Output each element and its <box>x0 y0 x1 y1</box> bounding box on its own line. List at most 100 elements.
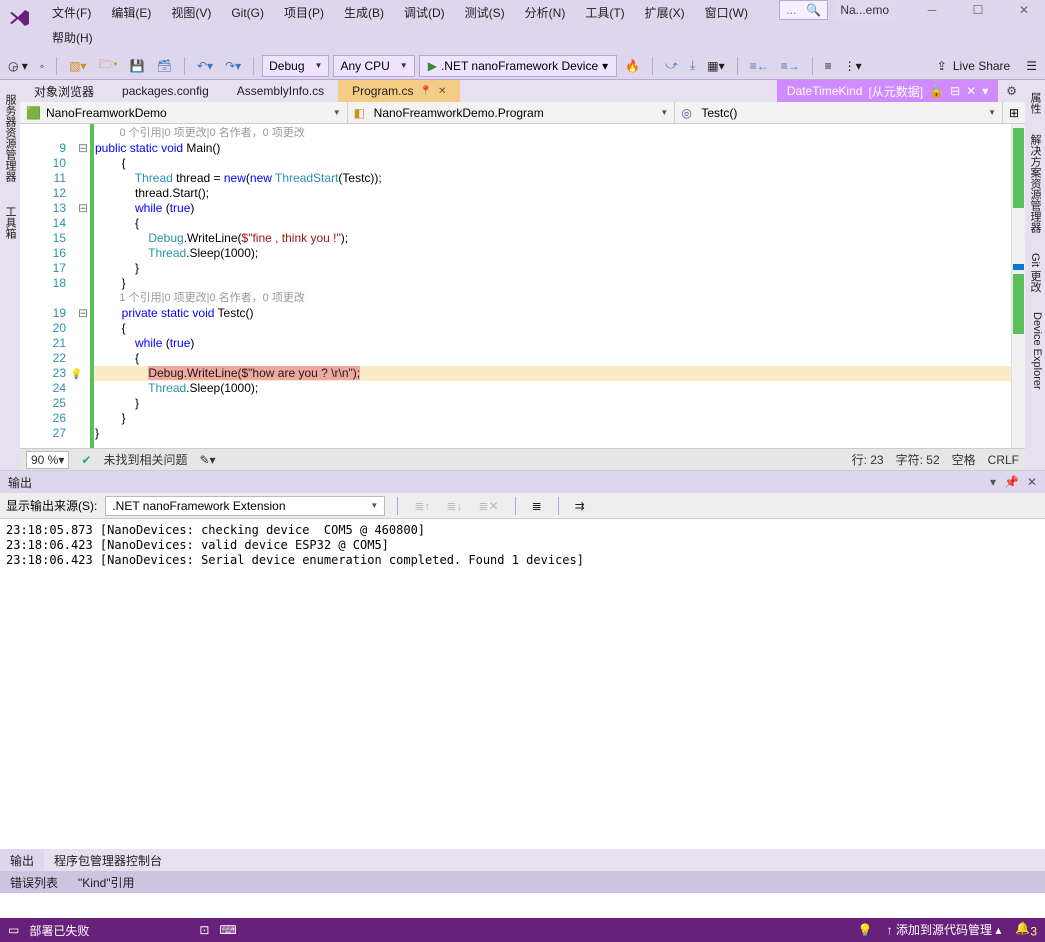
menu-item[interactable]: 调试(D) <box>394 0 455 25</box>
menu-item[interactable]: 文件(F) <box>42 0 101 25</box>
menu-item[interactable]: 帮助(H) <box>42 25 103 50</box>
bottom-tab[interactable]: 程序包管理器控制台 <box>44 849 172 871</box>
platform-combo[interactable]: Any CPU▼ <box>333 55 414 77</box>
menu-item[interactable]: 分析(N) <box>515 0 576 25</box>
menu-item[interactable]: 生成(B) <box>334 0 394 25</box>
live-share-button[interactable]: ⇪ Live Share <box>929 57 1018 75</box>
menu-item[interactable]: 编辑(E) <box>101 0 161 25</box>
bottom-tab[interactable]: 错误列表 <box>0 871 68 893</box>
document-tab[interactable]: AssemblyInfo.cs <box>223 80 338 102</box>
nav-method-combo[interactable]: ◎ Testc() ▼ <box>675 102 1003 123</box>
add-source-control-button[interactable]: ↑ 添加到源代码管理 ▴ <box>887 921 1002 938</box>
output-panel: 输出 ▾ 📌 ✕ 显示输出来源(S): .NET nanoFramework E… <box>0 470 1045 849</box>
side-tab[interactable]: 解决方案资源管理器 <box>1025 128 1045 239</box>
output-toolbar: 显示输出来源(S): .NET nanoFramework Extension … <box>0 493 1045 519</box>
nav-project-combo[interactable]: 🟩 NanoFreamworkDemo ▼ <box>20 102 348 123</box>
step-over-icon[interactable]: ⤻ <box>661 56 682 75</box>
save-all-button[interactable]: 🗃 <box>153 57 176 75</box>
open-button[interactable]: 🗁▾ <box>94 53 121 78</box>
minimize-button[interactable]: ─ <box>915 3 949 17</box>
menu-item[interactable]: 测试(S) <box>455 0 515 25</box>
code-editor[interactable]: 9101112131415161718192021222324252627 ⊟⊟… <box>20 124 1025 448</box>
prev-msg-icon[interactable]: ≣↑ <box>410 497 434 515</box>
toggle-wrap-icon[interactable]: ≣ <box>528 497 546 515</box>
panel-dropdown-icon[interactable]: ▾ <box>990 475 996 489</box>
undo-button[interactable]: ↶▾ <box>193 57 217 75</box>
search-box[interactable]: 🔍 <box>779 0 828 20</box>
autoscroll-icon[interactable]: ⇉ <box>571 497 589 515</box>
feedback-icon[interactable]: ☰ <box>1022 57 1041 75</box>
overview-ruler[interactable] <box>1011 124 1025 448</box>
fold-column[interactable]: ⊟⊟⊟💡 <box>76 124 90 448</box>
menu-item[interactable]: 扩展(X) <box>635 0 695 25</box>
split-editor-button[interactable]: ⊞ <box>1003 102 1025 123</box>
output-source-label: 显示输出来源(S): <box>6 497 97 514</box>
tabs-options-button[interactable]: ⚙ <box>998 80 1025 102</box>
document-tab[interactable]: packages.config <box>108 80 223 102</box>
line-indicator[interactable]: 行: 23 <box>852 451 884 468</box>
save-button[interactable]: 💾 <box>126 57 149 75</box>
next-msg-icon[interactable]: ≣↓ <box>442 497 466 515</box>
output-source-value: .NET nanoFramework Extension <box>112 499 285 513</box>
col-indicator[interactable]: 字符: 52 <box>896 451 940 468</box>
metadata-indicator[interactable]: DateTimeKind [从元数据] 🔒 ⊟ ✕ ▾ <box>777 80 998 102</box>
firehose-icon[interactable]: 🔥 <box>621 57 644 75</box>
pin-panel-icon[interactable]: 📌 <box>1004 475 1019 489</box>
step-into-icon[interactable]: ⤓ <box>686 56 699 75</box>
close-icon[interactable]: ✕ <box>438 86 446 97</box>
output-source-combo[interactable]: .NET nanoFramework Extension ▼ <box>105 496 385 516</box>
eol-indicator[interactable]: CRLF <box>988 453 1019 467</box>
start-debug-button[interactable]: ▶ .NET nanoFramework Device ▾ <box>419 55 617 77</box>
step-out-icon[interactable]: ▦▾ <box>703 57 728 75</box>
code-content[interactable]: 0 个引用|0 项更改|0 名作者，0 项更改public static voi… <box>94 124 1011 448</box>
pin-icon[interactable]: 📍 <box>419 86 431 97</box>
pin-icon: ⊟ <box>950 84 960 98</box>
maximize-button[interactable]: ☐ <box>961 3 995 17</box>
close-button[interactable]: ✕ <box>1007 3 1041 17</box>
comment-icon[interactable]: ≡ <box>821 57 836 75</box>
dropdown-icon[interactable]: ▾ <box>982 84 988 98</box>
issues-label[interactable]: 未找到相关问题 <box>103 451 187 468</box>
redo-button[interactable]: ↷▾ <box>221 57 245 75</box>
new-project-button[interactable]: ▧▾ <box>65 57 90 75</box>
search-input[interactable] <box>786 3 806 17</box>
clear-output-icon[interactable]: ≣✕ <box>474 497 502 515</box>
zoom-combo[interactable]: 90 % ▾ <box>26 451 69 469</box>
indent-indicator[interactable]: 空格 <box>952 451 976 468</box>
menu-item[interactable]: Git(G) <box>221 2 274 24</box>
output-content[interactable]: 23:18:05.873 [NanoDevices: checking devi… <box>0 519 1045 849</box>
output-panel-title[interactable]: 输出 ▾ 📌 ✕ <box>0 471 1045 493</box>
uncomment-icon[interactable]: ⋮▾ <box>840 57 866 75</box>
menu-item[interactable]: 视图(V) <box>161 0 221 25</box>
indent-icon[interactable]: ≡← <box>746 57 773 75</box>
brush-icon[interactable]: ✎▾ <box>199 453 215 467</box>
menu-item[interactable]: 工具(T) <box>575 0 634 25</box>
config-combo[interactable]: Debug▼ <box>262 55 329 77</box>
side-tab[interactable]: Device Explorer <box>1025 306 1045 396</box>
bulb-status-icon[interactable]: 💡 <box>858 923 873 937</box>
side-tab[interactable]: 服务器资源管理器 <box>0 88 20 188</box>
menu-item[interactable]: 窗口(W) <box>695 0 758 25</box>
bottom-tab[interactable]: "Kind"引用 <box>68 871 145 893</box>
side-tab[interactable]: 工具箱 <box>0 200 20 245</box>
nav-method-label: Testc() <box>701 106 737 120</box>
menu-item[interactable]: 项目(P) <box>274 0 334 25</box>
outdent-icon[interactable]: ≡→ <box>777 57 804 75</box>
close-tab-icon[interactable]: ✕ <box>966 84 976 98</box>
side-tab[interactable]: 属性 <box>1025 86 1045 120</box>
deploy-status-label[interactable]: 部署已失败 <box>29 922 89 939</box>
error-icon[interactable]: ⊡ <box>199 923 209 937</box>
document-tab[interactable]: 对象浏览器 <box>20 80 108 102</box>
close-panel-icon[interactable]: ✕ <box>1027 475 1037 489</box>
bottom-tab[interactable]: 输出 <box>0 849 44 871</box>
document-tab[interactable]: Program.cs 📍 ✕ <box>338 80 460 102</box>
nav-class-combo[interactable]: ◧ NanoFreamworkDemo.Program ▼ <box>348 102 676 123</box>
navigation-bar: 🟩 NanoFreamworkDemo ▼ ◧ NanoFreamworkDem… <box>20 102 1025 124</box>
notifications-button[interactable]: 🔔3 <box>1015 921 1037 938</box>
side-tab[interactable]: Git 更改 <box>1025 247 1045 298</box>
line-number-gutter: 9101112131415161718192021222324252627 <box>20 124 76 448</box>
keyboard-icon[interactable]: ⌨ <box>219 923 236 937</box>
nav-back-button[interactable]: ◶ ▾ <box>4 57 32 75</box>
lightbulb-icon[interactable]: 💡 <box>70 367 82 382</box>
nav-fwd-button[interactable]: ◦ <box>36 57 48 75</box>
